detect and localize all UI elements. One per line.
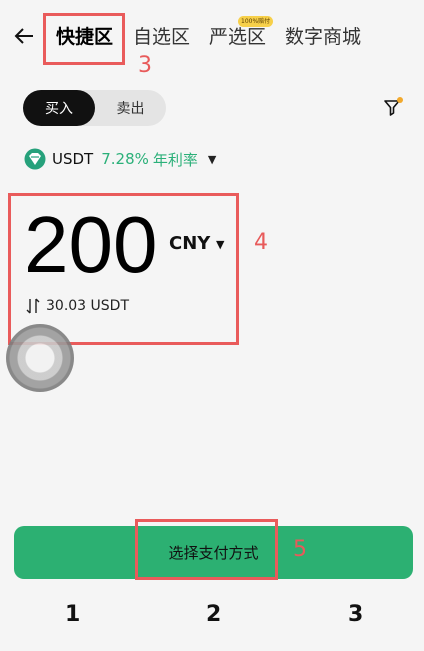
sell-tab[interactable]: 卖出 (95, 90, 166, 126)
annotation-number: 3 (138, 53, 152, 78)
annotation-number: 5 (293, 537, 307, 562)
annotation-box-tab (43, 13, 125, 65)
floating-assistive-button[interactable] (6, 324, 74, 392)
compensation-badge: 100%赔付 (238, 16, 274, 27)
bottom-label: 1 (65, 602, 81, 627)
caret-down-icon: ▼ (207, 152, 217, 166)
coin-rate-label: 年利率 (152, 150, 198, 169)
buy-sell-toggle: 买入 卖出 (23, 90, 166, 126)
annotation-box-pay (135, 519, 278, 580)
usdt-icon (24, 148, 46, 170)
annotation-box-amount (8, 193, 239, 345)
bottom-label: 3 (348, 602, 364, 627)
tab-digital-mall[interactable]: 数字商城 (285, 22, 361, 49)
arrow-left-icon (14, 28, 33, 44)
coin-rate: 7.28% (101, 150, 149, 168)
buy-tab[interactable]: 买入 (23, 90, 95, 126)
back-button[interactable] (10, 22, 38, 50)
tab-self-select-zone[interactable]: 自选区 (133, 22, 190, 49)
bottom-label: 2 (206, 602, 222, 627)
annotation-number: 4 (254, 230, 268, 255)
coin-selector[interactable]: USDT 7.28% 年利率 ▼ (24, 147, 216, 171)
filter-icon (384, 97, 403, 116)
filter-button[interactable] (382, 96, 404, 118)
coin-name: USDT (52, 150, 94, 168)
